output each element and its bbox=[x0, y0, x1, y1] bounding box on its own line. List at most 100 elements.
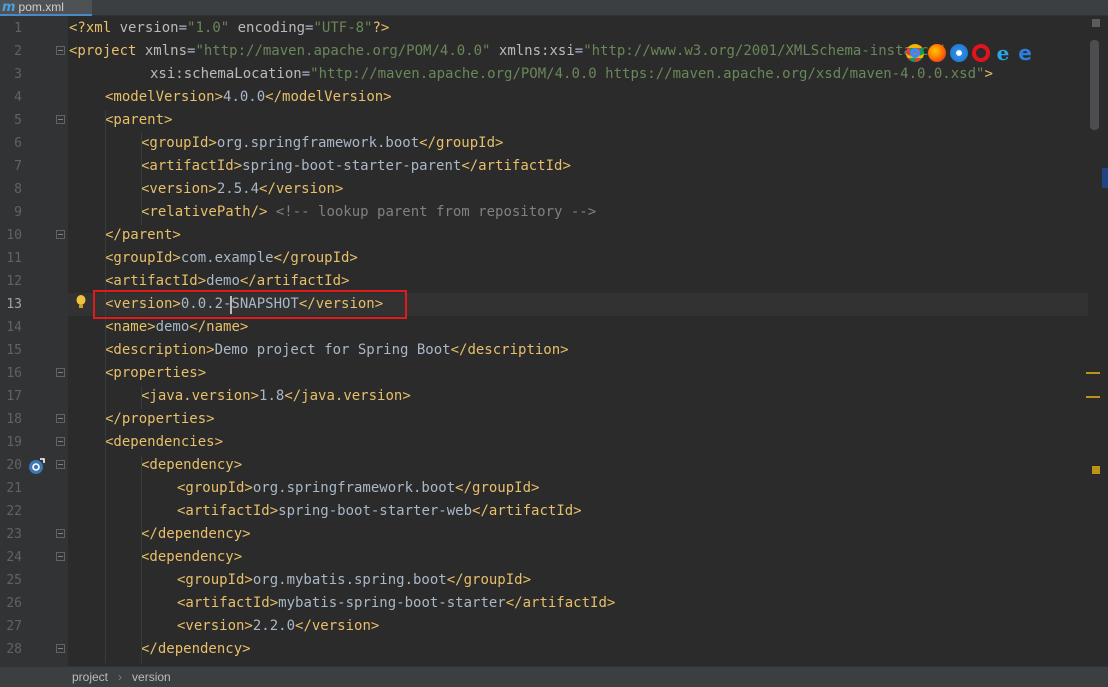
breadcrumb-item-project[interactable]: project bbox=[72, 670, 108, 684]
code-text[interactable]: <dependency> bbox=[141, 454, 242, 477]
fold-toggle-icon[interactable] bbox=[56, 46, 65, 55]
code-token: Demo project for Spring Boot bbox=[214, 342, 451, 358]
fold-toggle-icon[interactable] bbox=[56, 115, 65, 124]
code-line[interactable]: 23 </dependency> bbox=[0, 523, 1108, 546]
fold-toggle-icon[interactable] bbox=[56, 437, 65, 446]
code-token: </modelVersion> bbox=[265, 89, 392, 105]
indent-guide bbox=[105, 110, 106, 663]
code-line[interactable]: 8 <version>2.5.4</version> bbox=[0, 178, 1108, 201]
code-line[interactable]: 15 <description>Demo project for Spring B… bbox=[0, 339, 1108, 362]
code-line[interactable]: 20 <dependency> bbox=[0, 454, 1108, 477]
code-text[interactable]: <relativePath/> <!-- lookup parent from … bbox=[141, 201, 596, 224]
code-line[interactable]: 3 xsi:schemaLocation="http://maven.apache… bbox=[0, 63, 1108, 86]
code-token: <groupId> bbox=[141, 135, 217, 151]
code-token: demo bbox=[155, 319, 190, 335]
code-text[interactable]: <artifactId>spring-boot-starter-parent</… bbox=[141, 155, 571, 178]
opera-icon[interactable] bbox=[972, 44, 990, 62]
fold-toggle-icon[interactable] bbox=[56, 644, 65, 653]
code-token: </artifactId> bbox=[461, 158, 571, 174]
code-token: </groupId> bbox=[455, 480, 540, 496]
code-line[interactable]: 9 <relativePath/> <!-- lookup parent from… bbox=[0, 201, 1108, 224]
code-text[interactable]: <artifactId>spring-boot-starter-web</art… bbox=[177, 500, 582, 523]
code-token: <artifactId> bbox=[105, 273, 207, 289]
code-token: demo bbox=[206, 273, 240, 289]
code-token: </description> bbox=[450, 342, 569, 358]
line-number: 2 bbox=[14, 44, 22, 59]
line-number: 20 bbox=[6, 458, 22, 473]
code-text[interactable]: <dependency> bbox=[141, 546, 242, 569]
code-line[interactable]: 24 <dependency> bbox=[0, 546, 1108, 569]
code-text[interactable]: <artifactId>mybatis-spring-boot-starter<… bbox=[177, 592, 615, 615]
code-token: <version> bbox=[141, 181, 217, 197]
code-text[interactable]: </properties> bbox=[105, 408, 215, 431]
code-text[interactable]: xsi:schemaLocation="http://maven.apache.… bbox=[150, 63, 993, 86]
override-method-icon[interactable] bbox=[28, 457, 46, 475]
fold-toggle-icon[interactable] bbox=[56, 368, 65, 377]
code-line[interactable]: 25 <groupId>org.mybatis.spring.boot</grou… bbox=[0, 569, 1108, 592]
firefox-icon[interactable] bbox=[928, 44, 946, 62]
code-text[interactable]: <parent> bbox=[105, 109, 172, 132]
code-text[interactable]: <dependencies> bbox=[105, 431, 223, 454]
code-token: <artifactId> bbox=[177, 503, 279, 519]
line-number: 14 bbox=[6, 320, 22, 335]
code-text[interactable]: <groupId>org.springframework.boot</group… bbox=[141, 132, 503, 155]
code-line[interactable]: 21 <groupId>org.springframework.boot</gro… bbox=[0, 477, 1108, 500]
code-text[interactable]: <project xmlns = "http://maven.apache.org/… bbox=[69, 40, 946, 63]
warning-stripe[interactable] bbox=[1086, 396, 1100, 398]
code-text[interactable]: <version>2.2.0</version> bbox=[177, 615, 379, 638]
edge-icon[interactable]: e bbox=[1016, 43, 1034, 63]
code-line[interactable]: 6 <groupId>org.springframework.boot</grou… bbox=[0, 132, 1108, 155]
code-line[interactable]: 14 <name>demo</name> bbox=[0, 316, 1108, 339]
code-text[interactable]: <version>2.5.4</version> bbox=[141, 178, 343, 201]
warning-stripe[interactable] bbox=[1092, 466, 1100, 474]
code-line[interactable]: 16 <properties> bbox=[0, 362, 1108, 385]
code-line[interactable]: 11 <groupId>com.example</groupId> bbox=[0, 247, 1108, 270]
code-text[interactable]: <groupId>com.example</groupId> bbox=[105, 247, 358, 270]
code-text[interactable]: <name>demo</name> bbox=[105, 316, 248, 339]
code-text[interactable]: </dependency> bbox=[141, 523, 251, 546]
code-text[interactable]: <modelVersion>4.0.0</modelVersion> bbox=[105, 86, 392, 109]
code-line[interactable]: 1 <?xml version="1.0" encoding="UTF-8"?> bbox=[0, 17, 1108, 40]
code-text[interactable]: </parent> bbox=[105, 224, 181, 247]
safari-icon[interactable] bbox=[950, 44, 968, 62]
chrome-icon[interactable] bbox=[906, 44, 924, 62]
fold-toggle-icon[interactable] bbox=[56, 552, 65, 561]
breadcrumb-separator: › bbox=[118, 670, 123, 684]
ie-icon[interactable]: e bbox=[994, 43, 1012, 63]
code-line[interactable]: 26 <artifactId>mybatis-spring-boot-starte… bbox=[0, 592, 1108, 615]
code-token: <dependencies> bbox=[105, 434, 224, 450]
indent-guide bbox=[141, 386, 142, 409]
code-line[interactable]: 27 <version>2.2.0</version> bbox=[0, 615, 1108, 638]
line-number: 19 bbox=[6, 435, 22, 450]
fold-toggle-icon[interactable] bbox=[56, 414, 65, 423]
vertical-scrollbar-thumb[interactable] bbox=[1090, 40, 1099, 130]
code-line[interactable]: 28 </dependency> bbox=[0, 638, 1108, 661]
code-line[interactable]: 18 </properties> bbox=[0, 408, 1108, 431]
inspection-status-marker[interactable] bbox=[1092, 19, 1100, 27]
fold-toggle-icon[interactable] bbox=[56, 230, 65, 239]
intention-bulb-icon[interactable] bbox=[76, 295, 86, 309]
code-text[interactable]: <groupId>org.mybatis.spring.boot</groupI… bbox=[177, 569, 531, 592]
code-line[interactable]: 4 <modelVersion>4.0.0</modelVersion> bbox=[0, 86, 1108, 109]
code-line[interactable]: 17 <java.version>1.8</java.version> bbox=[0, 385, 1108, 408]
breadcrumb-item-version[interactable]: version bbox=[132, 670, 171, 684]
code-line[interactable]: 10 </parent> bbox=[0, 224, 1108, 247]
code-line[interactable]: 5 <parent> bbox=[0, 109, 1108, 132]
code-line[interactable]: 22 <artifactId>spring-boot-starter-web</a… bbox=[0, 500, 1108, 523]
code-text[interactable]: <java.version>1.8</java.version> bbox=[141, 385, 411, 408]
tab-pom-xml[interactable]: m pom.xml bbox=[0, 0, 92, 16]
code-token: <?xml bbox=[69, 20, 120, 36]
code-text[interactable]: <groupId>org.springframework.boot</group… bbox=[177, 477, 539, 500]
line-number: 1 bbox=[14, 21, 22, 36]
fold-toggle-icon[interactable] bbox=[56, 460, 65, 469]
code-text[interactable]: <properties> bbox=[105, 362, 206, 385]
code-token: <groupId> bbox=[177, 480, 253, 496]
code-text[interactable]: <?xml version="1.0" encoding="UTF-8"?> bbox=[69, 17, 389, 40]
code-line[interactable]: 19 <dependencies> bbox=[0, 431, 1108, 454]
code-text[interactable]: </dependency> bbox=[141, 638, 251, 661]
code-line[interactable]: 7 <artifactId>spring-boot-starter-parent<… bbox=[0, 155, 1108, 178]
code-text[interactable]: <description>Demo project for Spring Boo… bbox=[105, 339, 569, 362]
code-token: <project bbox=[69, 43, 145, 59]
fold-toggle-icon[interactable] bbox=[56, 529, 65, 538]
warning-stripe[interactable] bbox=[1086, 372, 1100, 374]
